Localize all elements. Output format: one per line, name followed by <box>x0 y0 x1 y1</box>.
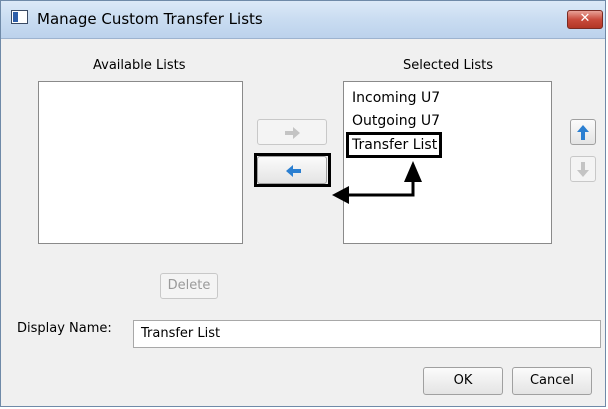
annotation-arrowhead-left-icon <box>332 186 349 204</box>
annotation-arrow <box>332 161 422 204</box>
annotation-arrowhead-up-icon <box>404 161 422 182</box>
dialog-window: Manage Custom Transfer Lists ✕ Available… <box>0 0 606 407</box>
